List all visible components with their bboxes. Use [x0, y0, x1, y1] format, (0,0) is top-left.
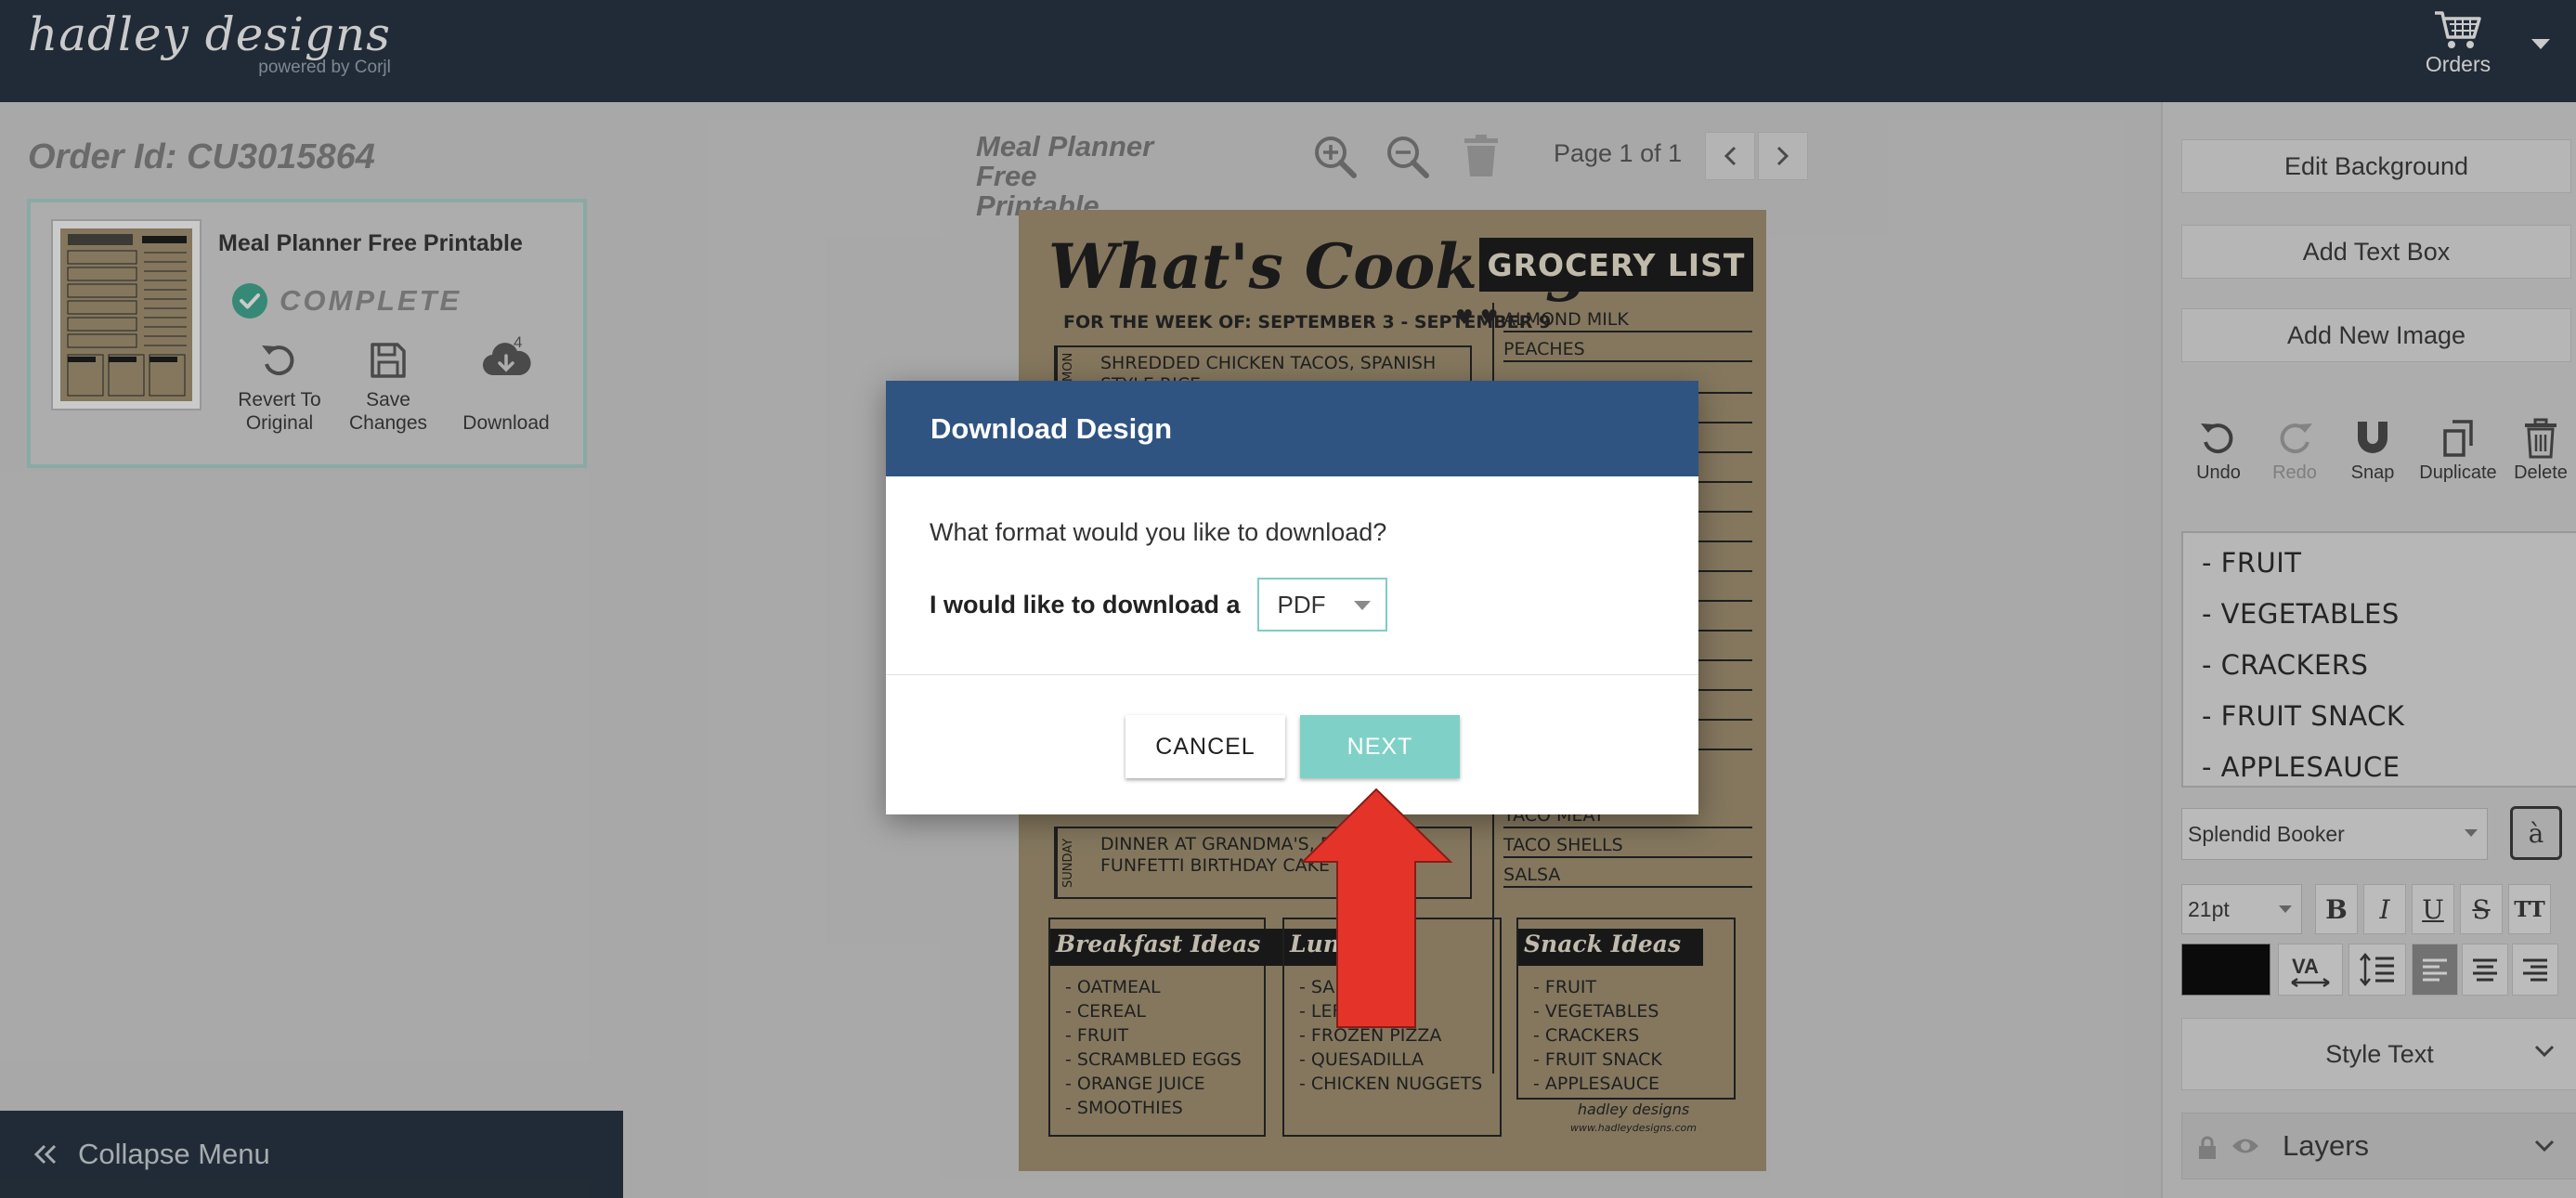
red-arrow-annotation — [1300, 788, 1453, 1028]
dialog-title: Download Design — [930, 411, 1173, 445]
format-select[interactable]: PDF — [1256, 578, 1387, 632]
dialog-question: What format would you like to download? — [930, 518, 1387, 546]
next-button[interactable]: NEXT — [1300, 715, 1460, 778]
format-row: I would like to download a PDF — [930, 578, 1387, 632]
format-value: PDF — [1277, 590, 1326, 619]
dialog-header: Download Design — [886, 381, 1698, 476]
chevron-down-icon — [1353, 601, 1371, 610]
cancel-button[interactable]: CANCEL — [1125, 715, 1285, 778]
format-label: I would like to download a — [930, 590, 1241, 619]
download-design-dialog: Download Design What format would you li… — [886, 381, 1698, 814]
dialog-divider — [886, 674, 1698, 675]
